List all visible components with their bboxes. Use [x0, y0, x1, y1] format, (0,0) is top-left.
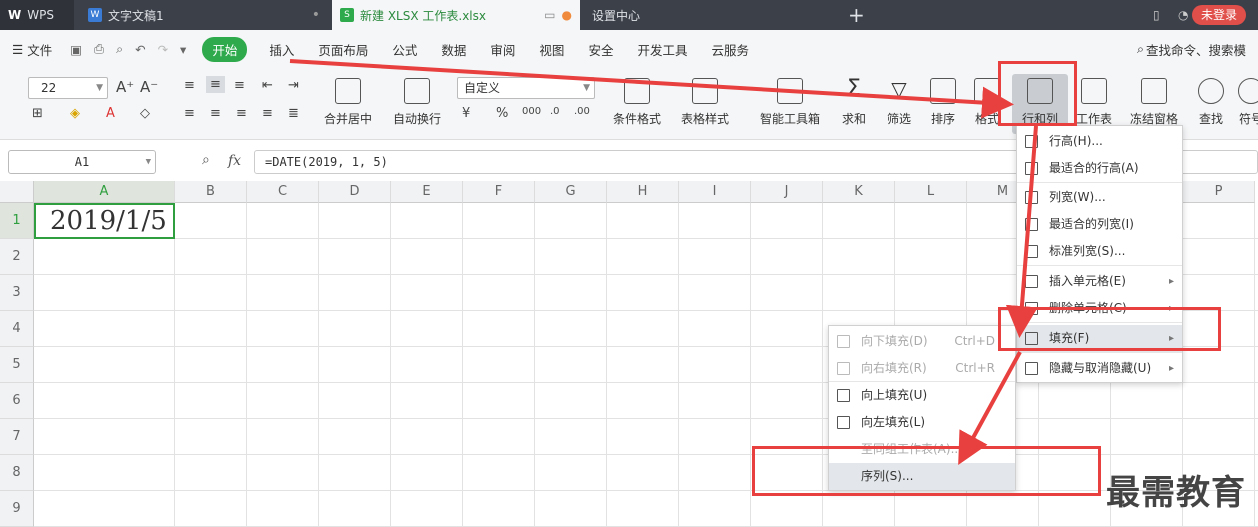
arrow-to-series: [958, 351, 1022, 466]
arrow-to-fill: [1005, 125, 1038, 338]
watermark: 最需教育: [1106, 473, 1246, 513]
annotation-arrows: [289, 59, 1038, 466]
arrow-to-row-col: [289, 59, 1014, 119]
